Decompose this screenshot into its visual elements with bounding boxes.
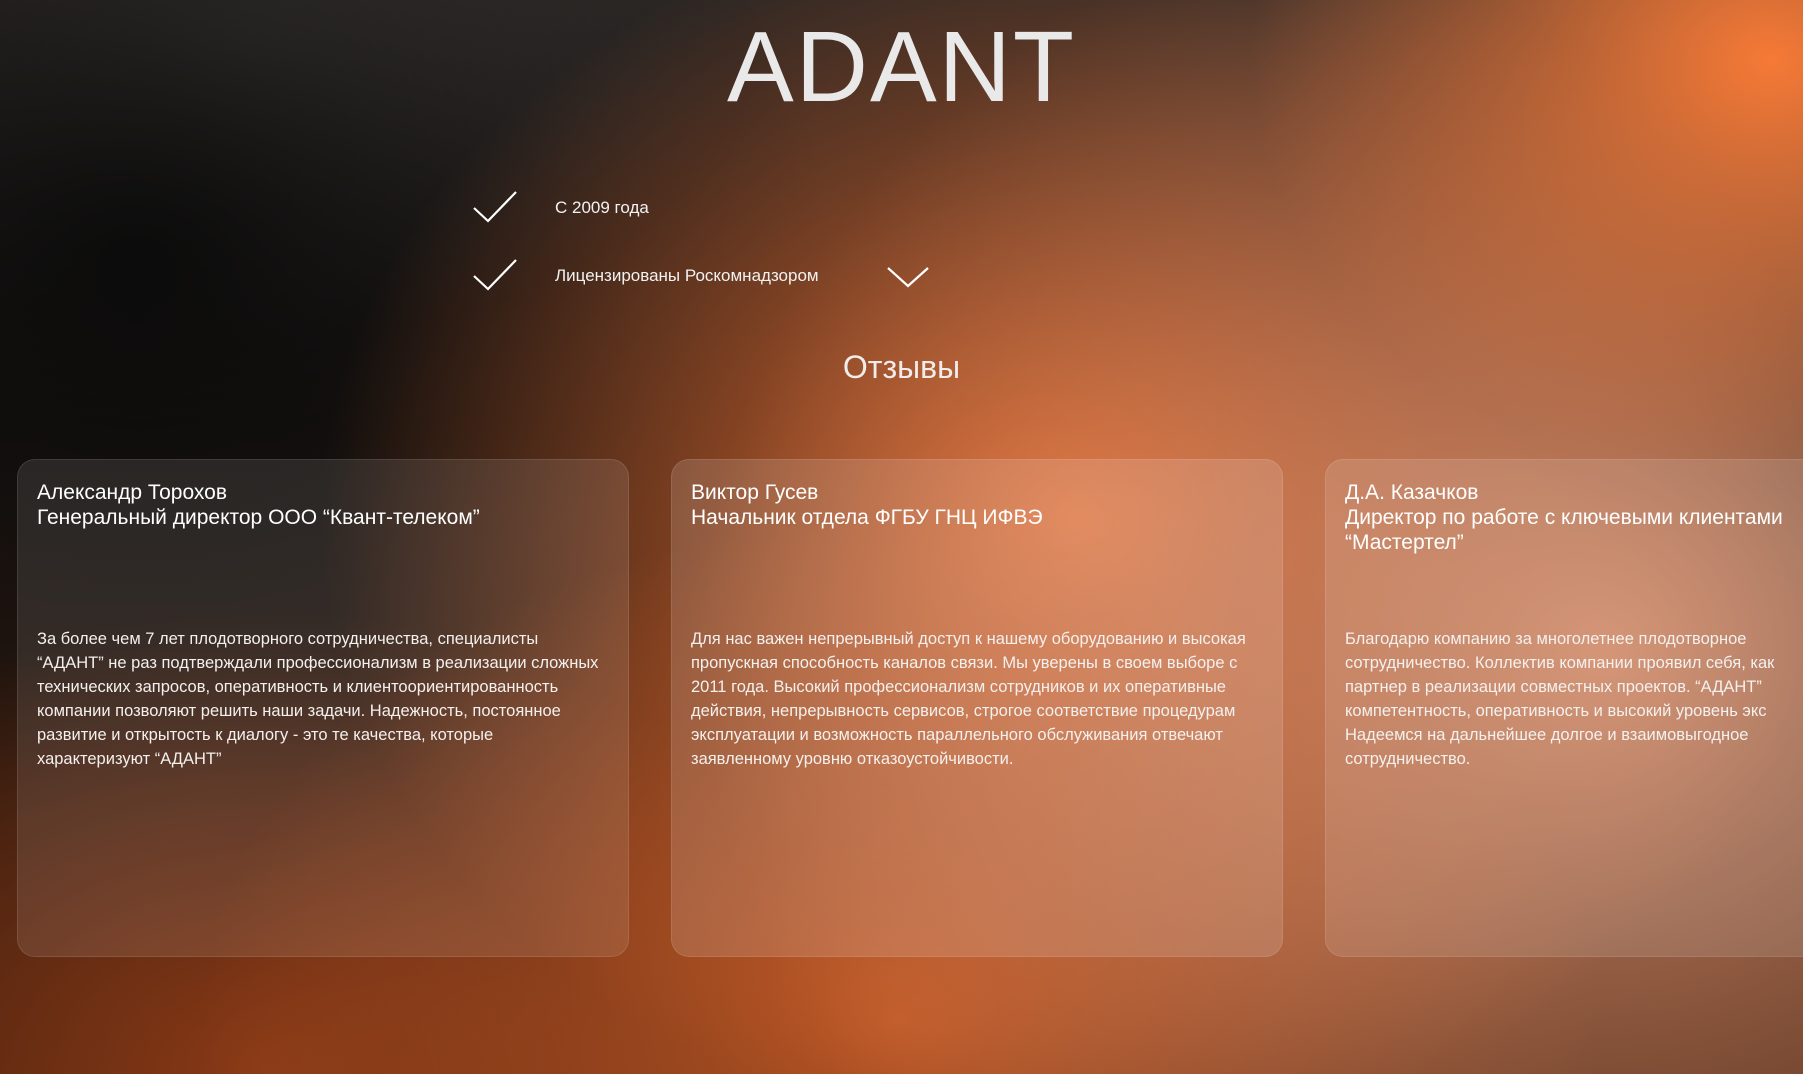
check-icon — [473, 191, 517, 223]
chevron-down-icon[interactable] — [885, 264, 931, 290]
reviewer-role: Генеральный директор ООО “Квант-телеком” — [37, 506, 480, 529]
reviewer-name: Д.А. Казачков — [1345, 481, 1479, 504]
review-card: Виктор Гусев Начальник отдела ФГБУ ГНЦ И… — [671, 459, 1283, 957]
page-content: ADANT С 2009 года Лицензированы Роскомна… — [0, 0, 1803, 1074]
reviews-title: Отзывы — [842, 349, 961, 385]
feature-label: Лицензированы Роскомнадзором — [555, 266, 819, 285]
check-icon — [473, 259, 517, 291]
feature-item-since-2009: С 2009 года — [472, 188, 649, 228]
review-text: Для нас важен непрерывный доступ к нашем… — [691, 630, 1246, 768]
review-card: Д.А. Казачков Директор по работе с ключе… — [1325, 459, 1803, 957]
reviewer-role: Начальник отдела ФГБУ ГНЦ ИФВЭ — [691, 506, 1043, 529]
feature-label: С 2009 года — [555, 198, 649, 217]
feature-item-license: Лицензированы Роскомнадзором — [472, 256, 819, 296]
reviewer-name: Виктор Гусев — [691, 481, 819, 504]
review-text: За более чем 7 лет плодотворного сотрудн… — [37, 630, 599, 768]
brand-title: ADANT — [727, 11, 1076, 123]
review-card: Александр Торохов Генеральный директор О… — [17, 459, 629, 957]
review-text: Благодарю компанию за многолетнее плодот… — [1345, 630, 1775, 768]
reviewer-name: Александр Торохов — [37, 481, 227, 504]
reviewer-role: Директор по работе с ключевыми клиентами… — [1345, 506, 1783, 554]
